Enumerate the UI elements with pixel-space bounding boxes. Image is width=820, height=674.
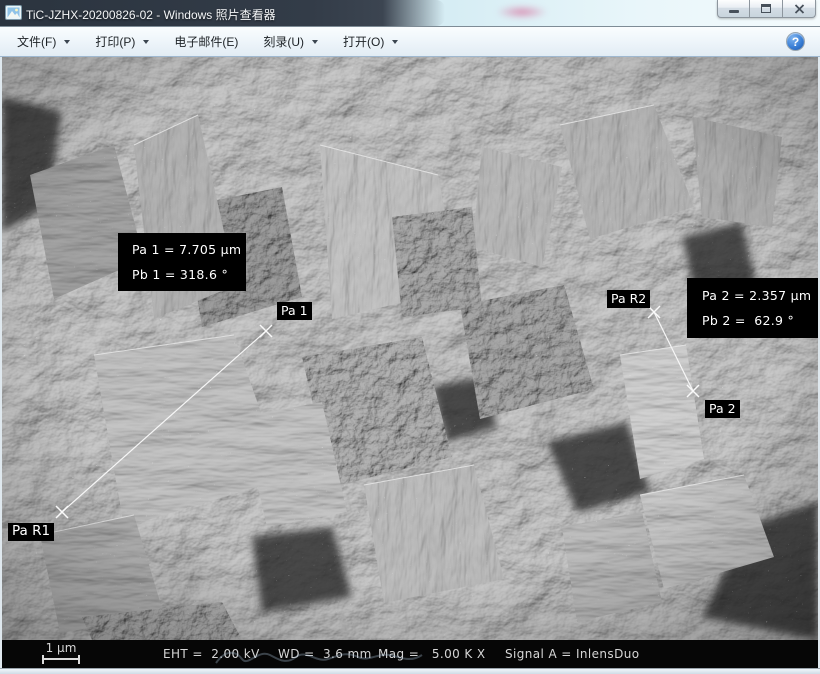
menu-email[interactable]: 电子邮件(E) — [169, 30, 243, 53]
watermark-blob — [496, 5, 548, 19]
window-controls — [717, 0, 816, 18]
window-bottom-border — [0, 668, 820, 674]
measurement-pb2: Pb 2 = 62.9 ° — [702, 313, 818, 328]
close-icon — [794, 4, 805, 14]
scale-bar — [42, 655, 80, 664]
close-button[interactable] — [783, 0, 816, 18]
window-title: TiC-JZHX-20200826-02 - Windows 照片查看器 — [26, 6, 276, 23]
sem-image: Pa 1 = 7.705 µm Pb 1 = 318.6 ° Pa 2 = 2.… — [2, 57, 818, 668]
menu-open[interactable]: 打开(O) — [338, 30, 403, 53]
menu-print-label: 打印(P) — [95, 33, 135, 50]
chevron-down-icon — [143, 40, 149, 44]
help-button[interactable]: ? — [786, 32, 805, 51]
sem-micrograph — [2, 57, 818, 640]
signal-readout: Signal A = InlensDuo — [505, 647, 639, 661]
marker-pa1: Pa 1 — [277, 302, 312, 320]
menu-bar: 文件(F) 打印(P) 电子邮件(E) 刻录(U) 打开(O) ? — [0, 27, 820, 57]
menu-burn[interactable]: 刻录(U) — [258, 30, 323, 53]
maximize-icon — [761, 4, 771, 13]
minimize-icon — [729, 10, 739, 13]
marker-pa-r1: Pa R1 — [8, 523, 54, 541]
chevron-down-icon — [64, 40, 70, 44]
photo-viewer-window: TiC-JZHX-20200826-02 - Windows 照片查看器 文件(… — [0, 0, 820, 674]
minimize-button[interactable] — [717, 0, 750, 18]
chevron-down-icon — [312, 40, 318, 44]
measurement-pa1: Pa 1 = 7.705 µm — [132, 242, 246, 257]
menu-file[interactable]: 文件(F) — [12, 30, 75, 53]
help-icon: ? — [792, 35, 799, 49]
image-viewport: Pa 1 = 7.705 µm Pb 1 = 318.6 ° Pa 2 = 2.… — [0, 57, 820, 668]
menu-file-label: 文件(F) — [17, 33, 56, 50]
marker-pa2: Pa 2 — [705, 400, 740, 418]
measurement-pb1: Pb 1 = 318.6 ° — [132, 267, 246, 282]
menu-burn-label: 刻录(U) — [263, 33, 304, 50]
scale-bar-label: 1 µm — [36, 641, 86, 655]
measurement-box-1: Pa 1 = 7.705 µm Pb 1 = 318.6 ° — [118, 233, 246, 291]
menu-open-label: 打开(O) — [343, 33, 384, 50]
measurement-box-2: Pa 2 = 2.357 µm Pb 2 = 62.9 ° — [687, 278, 818, 338]
marker-pa-r2: Pa R2 — [607, 290, 650, 308]
measurement-pa2: Pa 2 = 2.357 µm — [702, 288, 818, 303]
maximize-button[interactable] — [750, 0, 783, 18]
photo-viewer-app-icon — [5, 5, 22, 20]
menu-print[interactable]: 打印(P) — [90, 30, 154, 53]
menu-email-label: 电子邮件(E) — [174, 33, 238, 50]
title-bar[interactable]: TiC-JZHX-20200826-02 - Windows 照片查看器 — [0, 0, 820, 27]
chevron-down-icon — [392, 40, 398, 44]
watermark-squiggle — [212, 647, 442, 669]
